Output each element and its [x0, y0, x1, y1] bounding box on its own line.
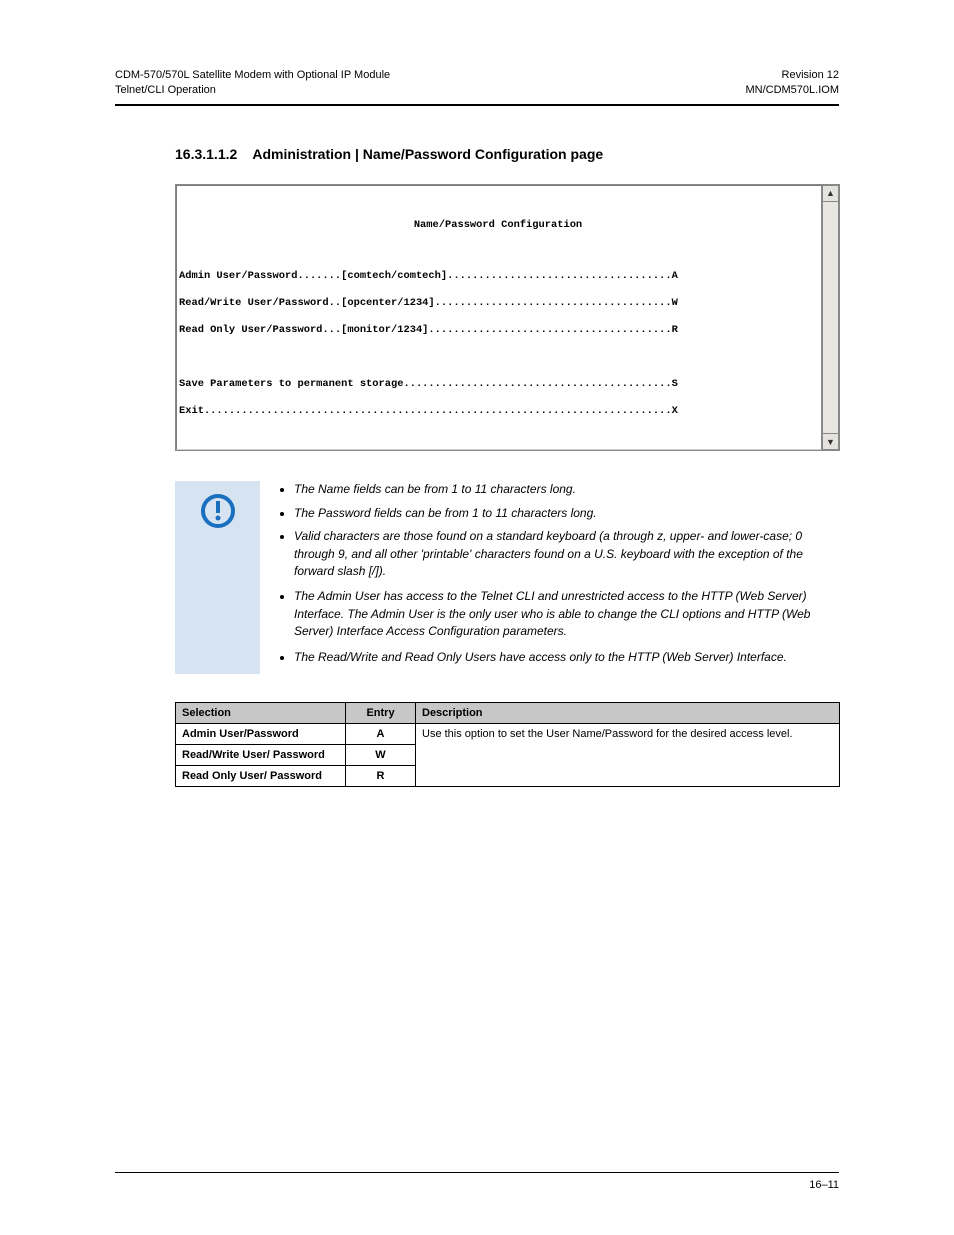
terminal-line: Read/Write User/Password..[opcenter/1234…	[179, 297, 817, 311]
scroll-down-button[interactable]: ▼	[822, 433, 839, 450]
footer-divider	[115, 1172, 839, 1173]
scroll-track[interactable]	[822, 202, 839, 434]
table-row: Admin User/Password A Use this option to…	[176, 723, 840, 744]
header-docnum: MN/CDM570L.IOM	[745, 83, 839, 98]
note-bullet: The Admin User has access to the Telnet …	[294, 588, 839, 640]
header-doc-title: CDM-570/570L Satellite Modem with Option…	[115, 68, 390, 83]
cell-entry: A	[346, 723, 416, 744]
section-title-text: Administration | Name/Password Configura…	[252, 146, 603, 162]
cell-selection: Read/Write User/ Password	[176, 744, 346, 765]
scrollbar[interactable]: ▲ ▼	[822, 185, 839, 451]
page-footer: 16–11	[115, 1179, 839, 1191]
section-number: 16.3.1.1.2	[175, 146, 237, 162]
terminal-line: Exit....................................…	[179, 405, 817, 419]
col-selection: Selection	[176, 702, 346, 723]
important-icon	[175, 481, 260, 674]
cell-selection: Read Only User/ Password	[176, 765, 346, 786]
footer-page-number: 16–11	[809, 1179, 839, 1191]
note-body: The Name fields can be from 1 to 11 char…	[260, 481, 839, 674]
cell-entry: W	[346, 744, 416, 765]
note-bullet: The Password fields can be from 1 to 11 …	[294, 505, 839, 522]
cell-description: Use this option to set the User Name/Pas…	[416, 723, 840, 786]
note-bullet: The Name fields can be from 1 to 11 char…	[294, 481, 839, 498]
header-divider	[115, 104, 839, 106]
note-bullet: Valid characters are those found on a st…	[294, 528, 839, 580]
terminal-screenshot: Name/Password Configuration Admin User/P…	[175, 184, 840, 452]
options-table: Selection Entry Description Admin User/P…	[175, 702, 840, 787]
terminal-title: Name/Password Configuration	[179, 219, 817, 233]
cell-selection: Admin User/Password	[176, 723, 346, 744]
page-header: CDM-570/570L Satellite Modem with Option…	[115, 68, 839, 98]
terminal-line: Admin User/Password.......[comtech/comte…	[179, 270, 817, 284]
cell-entry: R	[346, 765, 416, 786]
header-section: Telnet/CLI Operation	[115, 83, 390, 98]
note-bullet: The Read/Write and Read Only Users have …	[294, 649, 839, 666]
scroll-up-button[interactable]: ▲	[822, 185, 839, 202]
header-revision: Revision 12	[745, 68, 839, 83]
col-description: Description	[416, 702, 840, 723]
col-entry: Entry	[346, 702, 416, 723]
terminal-line: Read Only User/Password...[monitor/1234]…	[179, 324, 817, 338]
terminal-line: Save Parameters to permanent storage....…	[179, 378, 817, 392]
